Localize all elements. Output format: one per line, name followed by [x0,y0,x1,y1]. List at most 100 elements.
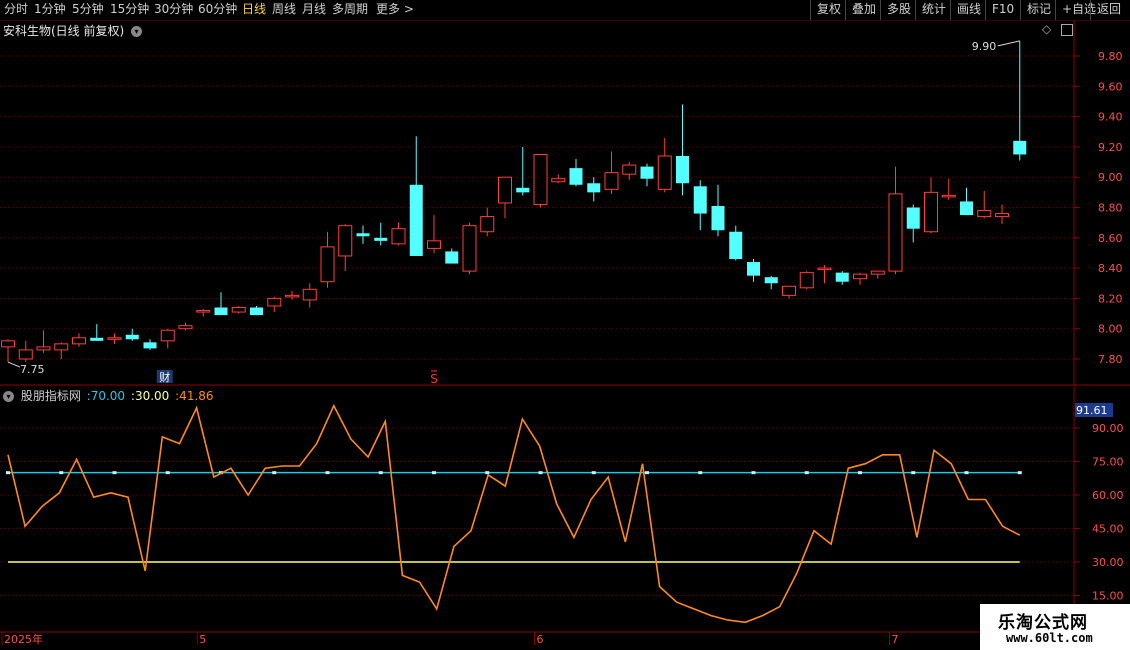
indicator-tick-label: 15.00 [1092,589,1124,602]
candle-body [711,205,725,231]
price-tick-label: 7.80 [1098,353,1123,366]
high-pointer [997,40,1020,47]
diamond-icon[interactable]: ◇ [1042,22,1051,36]
upper-line-marker [272,471,277,475]
upper-line-marker [645,471,649,475]
price-tick-label: 9.20 [1098,141,1123,154]
time-tick-label: 5 [199,633,206,646]
upper-line-marker [59,471,64,475]
price-tick-label: 8.40 [1098,262,1123,275]
candle-body [799,272,814,289]
fin-marker: 财 [159,370,170,384]
candle-body [569,168,583,185]
candle-body [817,267,832,271]
candle-body [480,216,495,233]
candle-body [356,233,370,237]
candle-body [622,164,637,175]
candle-body [143,342,157,349]
upper-line-marker [165,471,170,475]
price-tick-label: 8.60 [1098,232,1123,245]
candle-body [107,337,122,340]
upper-line-marker [911,471,916,475]
candle-body [960,201,973,216]
candle-body [657,155,672,190]
candle-body [747,262,760,276]
candle-body [54,343,69,351]
candle-body [782,285,796,296]
candle-body [604,172,619,190]
price-tick-label: 8.00 [1098,323,1123,336]
upper-line-marker [1017,471,1022,475]
indicator-param-lower: :30.00 [130,389,170,403]
main-chart-title: 安科生物(日线 前复权) ▾ [3,22,143,39]
watermark-url: www.60lt.com [1006,631,1093,645]
candle-body [551,178,566,183]
upper-line-marker [698,471,703,475]
candle-body [178,325,193,330]
time-tick-label: 2025年 [4,632,43,646]
time-tick-label: 7 [892,633,899,646]
candle-body [18,349,33,360]
candle-body [231,306,246,313]
candle-body [888,193,903,272]
candle-body [764,277,778,284]
candle-body [995,213,1009,218]
candle-body [676,155,689,184]
candle-body [160,329,175,342]
price-tick-label: 9.60 [1098,80,1123,93]
high-price-label: 9.90 [972,40,997,53]
low-price-label: 7.75 [20,363,45,376]
candle-body [196,310,211,313]
candle-body [1,340,15,348]
candle-body [924,191,938,233]
candle-body [533,153,548,205]
price-chart: 9.80 9.60 9.40 9.20 9.00 8.80 8.60 8.40 8.20 8.00… [0,20,1130,650]
candle-body [941,194,956,198]
indicator-param-value: :41.86 [175,389,214,403]
candle-body [462,225,477,272]
indicator-tick-label: 60.00 [1092,489,1124,502]
candle-body [498,176,512,204]
candle-body [729,231,743,260]
candle-body [250,307,263,316]
candle-body [302,288,317,301]
watermark-title: 乐淘公式网 [998,613,1088,633]
upper-line-marker [6,471,10,475]
time-tick-label: 6 [537,633,544,646]
candle-body [516,187,530,193]
chevron-down-icon[interactable]: ▾ [131,26,143,37]
candle-body [267,297,282,307]
upper-line-marker [378,471,383,475]
price-tick-label: 9.80 [1098,50,1123,63]
upper-line-marker [538,471,543,475]
indicator-header: ▾ 股朋指标网 :70.00 :30.00 :41.86 [3,387,214,404]
low-pointer [7,361,21,368]
candle-body [409,184,423,256]
upper-line-marker [804,471,809,475]
indicator-name: 股朋指标网 [20,389,81,403]
chevron-down-icon[interactable]: ▾ [3,391,14,402]
indicator-tick-label: 90.00 [1092,422,1124,435]
candle-body [835,272,849,282]
candle-body [285,294,299,298]
current-value-label: 91.61 [1076,404,1108,417]
candle-body [338,225,353,257]
candle-body [977,210,992,218]
upper-line-marker [325,471,330,475]
candle-body [445,251,459,264]
price-tick-label: 9.00 [1098,171,1123,184]
candle-body [90,337,104,341]
candle-body [214,307,228,316]
candle-body [391,228,406,245]
candle-body [640,166,654,179]
indicator-tick-label: 30.00 [1092,556,1124,569]
candle-body [72,337,86,345]
upper-line-marker [751,471,756,475]
indicator-param-upper: :70.00 [86,389,126,403]
candle-body [320,246,335,283]
sell-signal-marker: S [430,372,438,386]
candle-body [36,346,51,351]
upper-line-marker [858,471,862,475]
panel-toggle-icon[interactable] [1061,24,1073,36]
indicator-tick-label: 75.00 [1092,455,1124,468]
